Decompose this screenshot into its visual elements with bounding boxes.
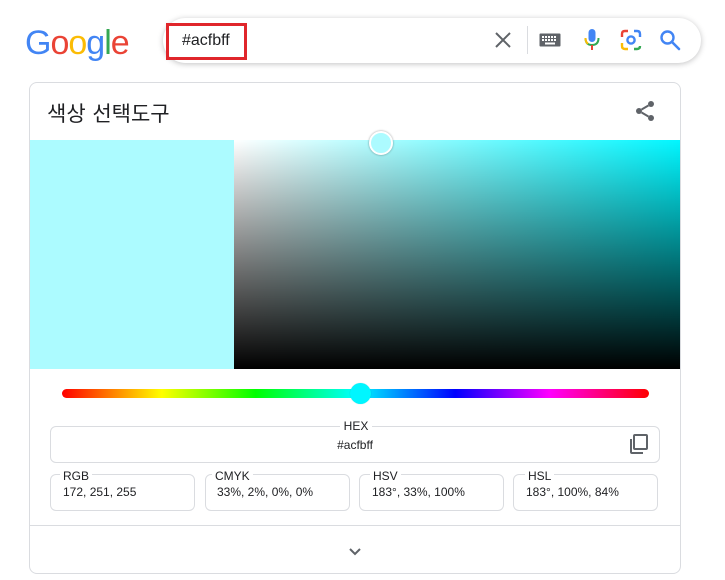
chevron-down-icon[interactable]	[343, 539, 367, 563]
logo-letter: G	[25, 24, 51, 62]
mic-icon[interactable]	[580, 28, 604, 52]
hex-value[interactable]: #acfbff	[50, 438, 660, 452]
color-picker-card: 색상 선택도구 HEX #acfbff RGB 172, 251, 255 CM…	[29, 82, 681, 574]
card-divider	[30, 525, 680, 526]
search-divider	[527, 26, 528, 54]
copy-icon[interactable]	[628, 433, 650, 455]
logo-letter: e	[110, 24, 130, 62]
cmyk-label: CMYK	[212, 469, 253, 483]
saturation-value-handle[interactable]	[369, 131, 393, 155]
hsv-label: HSV	[370, 469, 401, 483]
hsv-value[interactable]: 183°, 33%, 100%	[372, 485, 465, 499]
share-icon[interactable]	[633, 99, 657, 123]
cmyk-value[interactable]: 33%, 2%, 0%, 0%	[217, 485, 313, 499]
search-input[interactable]: #acfbff	[182, 31, 230, 51]
logo-letter: g	[86, 24, 105, 62]
logo-letter: o	[50, 24, 69, 62]
hex-label: HEX	[339, 419, 373, 433]
logo-letter: o	[68, 24, 87, 62]
lens-icon[interactable]	[619, 28, 643, 52]
rgb-value[interactable]: 172, 251, 255	[63, 485, 136, 499]
hex-label-wrap: HEX	[30, 417, 680, 435]
google-logo[interactable]: Google	[25, 24, 130, 62]
selected-color-swatch	[30, 140, 234, 369]
keyboard-icon[interactable]	[538, 28, 562, 52]
rgb-label: RGB	[60, 469, 93, 483]
hue-slider-handle[interactable]	[350, 383, 371, 404]
clear-icon[interactable]	[491, 28, 515, 52]
hsl-label: HSL	[525, 469, 555, 483]
saturation-value-area[interactable]	[234, 140, 680, 369]
hsl-value[interactable]: 183°, 100%, 84%	[526, 485, 619, 499]
search-icon[interactable]	[658, 28, 682, 52]
color-picker-title: 색상 선택도구	[47, 102, 170, 126]
